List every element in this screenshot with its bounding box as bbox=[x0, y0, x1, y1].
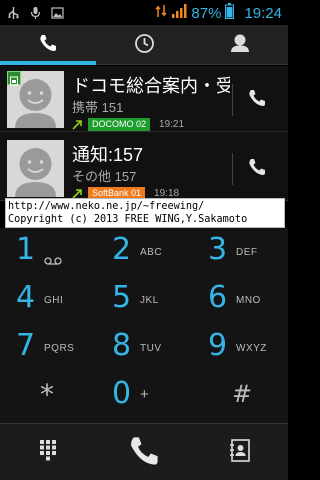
contact-name: 通知:157 bbox=[72, 145, 144, 165]
outgoing-call-icon bbox=[72, 115, 83, 134]
dialpad-grid-icon bbox=[40, 440, 56, 465]
tab-selected-indicator bbox=[0, 61, 96, 65]
key-1[interactable]: 1 bbox=[0, 230, 96, 277]
key-5[interactable]: 5 JKL bbox=[96, 278, 192, 325]
tab-phone[interactable] bbox=[0, 25, 96, 65]
watermark-banner: http://www.neko.ne.jp/~freewing/ Copyrig… bbox=[5, 198, 285, 228]
key-letters: WXYZ bbox=[236, 343, 267, 354]
key-7[interactable]: 7 PQRS bbox=[0, 326, 96, 373]
call-log-entry[interactable]: 通知:157 その他 157 SoftBank 01 19:18 bbox=[0, 135, 288, 201]
bottom-action-bar bbox=[0, 423, 288, 480]
key-digit: 8 bbox=[112, 328, 132, 363]
key-symbol: # bbox=[232, 380, 253, 408]
key-symbol: * bbox=[40, 378, 54, 411]
key-digit: 1 bbox=[16, 232, 36, 267]
key-digit: 7 bbox=[16, 328, 36, 363]
key-letters: + bbox=[140, 386, 150, 403]
image-icon bbox=[51, 5, 64, 19]
carrier-badge: DOCOMO 02 bbox=[88, 118, 151, 131]
key-hash[interactable]: # bbox=[192, 374, 288, 421]
key-letters: MNO bbox=[236, 295, 261, 306]
divider bbox=[232, 84, 233, 116]
phone-icon bbox=[247, 88, 267, 112]
key-2[interactable]: 2 ABC bbox=[96, 230, 192, 277]
key-digit: 9 bbox=[208, 328, 228, 363]
key-9[interactable]: 9 WXYZ bbox=[192, 326, 288, 373]
number-type: その他 157 bbox=[72, 169, 137, 184]
status-bar: 87% 19:24 bbox=[0, 0, 288, 25]
key-6[interactable]: 6 MNO bbox=[192, 278, 288, 325]
call-button[interactable] bbox=[96, 424, 192, 480]
phone-icon bbox=[247, 157, 267, 181]
key-4[interactable]: 4 GHI bbox=[0, 278, 96, 325]
key-star[interactable]: * bbox=[0, 374, 96, 421]
call-log-entry[interactable]: ドコモ総合案内・受… 携帯 151 DOCOMO 02 19:21 bbox=[0, 66, 288, 132]
divider bbox=[232, 153, 233, 185]
key-8[interactable]: 8 TUV bbox=[96, 326, 192, 373]
key-letters: JKL bbox=[140, 295, 159, 306]
call-back-button[interactable] bbox=[240, 84, 274, 116]
key-digit: 5 bbox=[112, 280, 132, 315]
call-icon bbox=[127, 434, 161, 472]
recent-calls-list: ドコモ総合案内・受… 携帯 151 DOCOMO 02 19:21 通知:157… bbox=[0, 66, 288, 201]
sim-badge-icon bbox=[7, 71, 21, 86]
clock-icon bbox=[134, 33, 155, 58]
key-3[interactable]: 3 DEF bbox=[192, 230, 288, 277]
key-letters: ABC bbox=[140, 247, 163, 258]
dialpad: 1 2 ABC 3 DEF 4 GHI 5 JKL 6 MNO 7 PQRS 8… bbox=[0, 228, 288, 423]
key-digit: 4 bbox=[16, 280, 36, 315]
contact-name: ドコモ総合案内・受… bbox=[72, 76, 230, 96]
signal-icon bbox=[171, 3, 187, 23]
key-digit: 3 bbox=[208, 232, 228, 267]
key-digit: 6 bbox=[208, 280, 228, 315]
voicemail-icon bbox=[44, 250, 62, 269]
key-digit: 0 bbox=[112, 376, 132, 411]
key-letters: TUV bbox=[140, 343, 162, 354]
number-type: 携帯 151 bbox=[72, 100, 124, 115]
dialpad-toggle-button[interactable] bbox=[0, 424, 96, 480]
watermark-url: http://www.neko.ne.jp/~freewing/ bbox=[8, 201, 205, 212]
usb-icon bbox=[7, 5, 20, 19]
contact-card-icon bbox=[228, 438, 252, 467]
data-arrows-icon bbox=[155, 3, 167, 23]
tab-call-log[interactable] bbox=[96, 25, 192, 65]
add-contact-button[interactable] bbox=[192, 424, 288, 480]
key-letters: DEF bbox=[236, 247, 258, 258]
key-digit: 2 bbox=[112, 232, 132, 267]
call-time: 19:21 bbox=[159, 119, 185, 130]
key-letters: PQRS bbox=[44, 343, 75, 354]
mic-icon bbox=[29, 5, 42, 19]
tab-contacts[interactable] bbox=[192, 25, 288, 65]
call-back-button[interactable] bbox=[240, 153, 274, 185]
clock-time: 19:24 bbox=[244, 4, 282, 22]
battery-icon bbox=[225, 3, 235, 23]
watermark-copyright: Copyright (c) 2013 FREE WING,Y.Sakamoto bbox=[8, 214, 248, 225]
key-0[interactable]: 0 + bbox=[96, 374, 192, 421]
avatar bbox=[7, 140, 64, 197]
key-letters: GHI bbox=[44, 295, 64, 306]
contact-icon bbox=[229, 32, 251, 58]
battery-percent: 87% bbox=[191, 4, 222, 22]
tab-bar bbox=[0, 25, 288, 65]
phone-icon bbox=[38, 33, 58, 57]
